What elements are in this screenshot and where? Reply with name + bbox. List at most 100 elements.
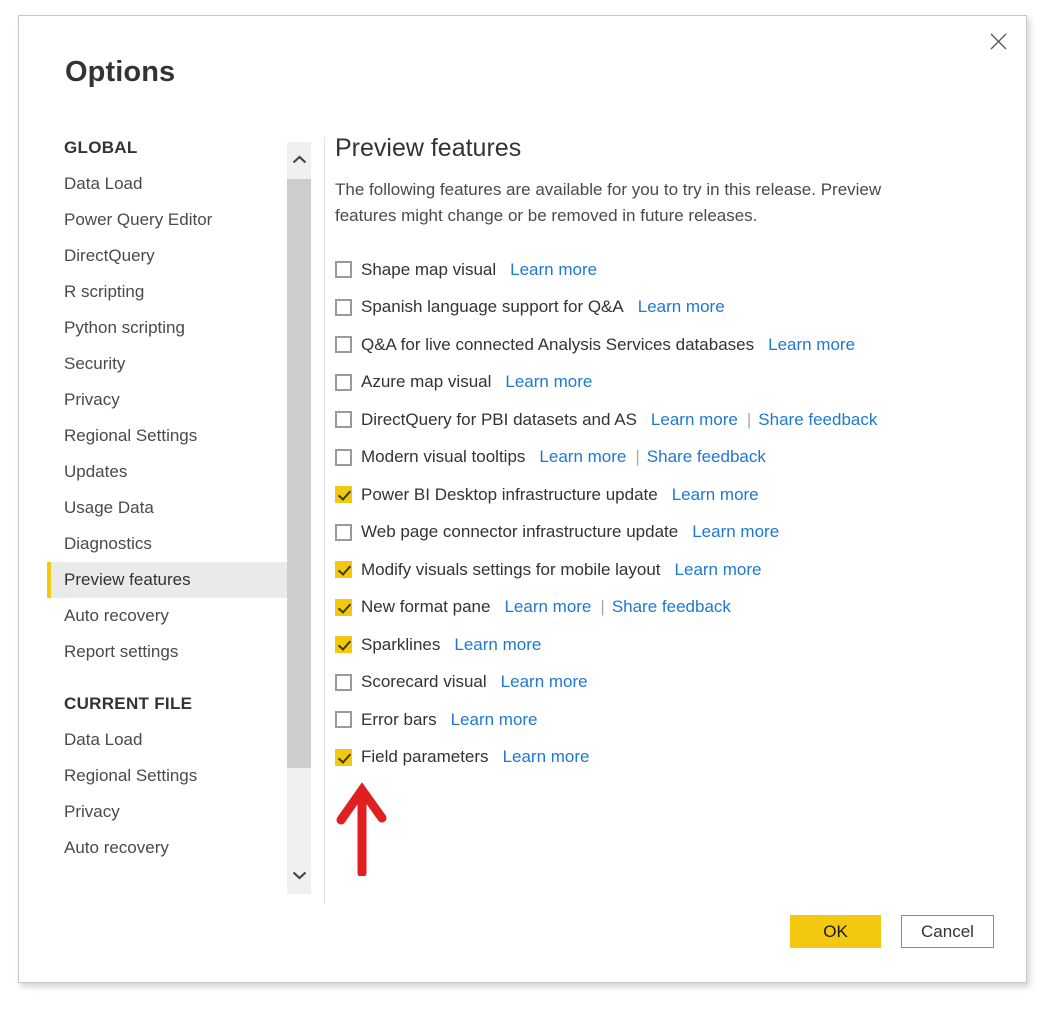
red-up-arrow-annotation [331, 781, 401, 878]
sidebar-item-power-query-editor[interactable]: Power Query Editor [47, 202, 297, 238]
learn-more-link[interactable]: Learn more [638, 297, 725, 317]
checkbox-sparklines[interactable] [335, 636, 352, 654]
sidebar-group-title: CURRENT FILE [64, 694, 193, 713]
options-dialog: Options GLOBAL Data Load Power Query Edito… [18, 15, 1027, 983]
sidebar-item-r-scripting[interactable]: R scripting [47, 274, 297, 310]
share-feedback-link[interactable]: Share feedback [758, 410, 877, 430]
feature-label: Spanish language support for Q&A [361, 297, 624, 317]
feature-row: Q&A for live connected Analysis Services… [335, 326, 995, 364]
learn-more-link[interactable]: Learn more [539, 447, 626, 467]
close-icon [989, 32, 1008, 51]
checkbox-shape-map-visual[interactable] [335, 261, 352, 279]
checkbox-modern-visual-tooltips[interactable] [335, 448, 352, 466]
feature-label: Field parameters [361, 747, 489, 767]
sidebar-item-preview-features[interactable]: Preview features [47, 562, 297, 598]
learn-more-link[interactable]: Learn more [510, 260, 597, 280]
feature-label: Scorecard visual [361, 672, 487, 692]
sidebar-group-title: GLOBAL [64, 138, 138, 157]
checkbox-field-parameters[interactable] [335, 748, 352, 766]
screenshot-root: Options GLOBAL Data Load Power Query Edito… [0, 0, 1045, 1014]
sidebar-item-diagnostics[interactable]: Diagnostics [47, 526, 297, 562]
feature-label: Shape map visual [361, 259, 497, 279]
sidebar-item-data-load[interactable]: Data Load [47, 722, 297, 758]
feature-row: Power BI Desktop infrastructure update Le… [335, 476, 995, 514]
learn-more-link[interactable]: Learn more [503, 747, 590, 767]
feature-label: DirectQuery for PBI datasets and AS [361, 409, 637, 429]
sidebar-item-regional-settings[interactable]: Regional Settings [47, 418, 297, 454]
feature-row: Web page connector infrastructure update… [335, 514, 995, 552]
learn-more-link[interactable]: Learn more [672, 485, 759, 505]
learn-more-link[interactable]: Learn more [451, 710, 538, 730]
scroll-down-button[interactable] [287, 857, 311, 894]
feature-label: Sparklines [361, 634, 441, 654]
feature-label: Modern visual tooltips [361, 447, 526, 467]
feature-label: Modify visuals settings for mobile layou… [361, 559, 661, 579]
share-feedback-link[interactable]: Share feedback [647, 447, 766, 467]
checkbox-power-bi-desktop-infrastructure-update[interactable] [335, 486, 352, 504]
feature-label: Error bars [361, 709, 437, 729]
checkbox-spanish-language-support-for-q-a[interactable] [335, 298, 352, 316]
learn-more-link[interactable]: Learn more [768, 335, 855, 355]
feature-row: Azure map visual Learn more [335, 364, 995, 402]
checkbox-directquery-for-pbi-datasets-and-as[interactable] [335, 411, 352, 429]
learn-more-link[interactable]: Learn more [692, 522, 779, 542]
chevron-down-icon [292, 867, 307, 885]
feature-row: Modify visuals settings for mobile layou… [335, 551, 995, 589]
close-button[interactable] [976, 22, 1020, 60]
feature-row: Modern visual tooltips Learn more | Share f… [335, 439, 995, 477]
scrollbar-thumb[interactable] [287, 179, 311, 768]
feature-row: Error bars Learn more [335, 701, 995, 739]
feature-row: Shape map visual Learn more [335, 251, 995, 289]
sidebar-item-privacy[interactable]: Privacy [47, 382, 297, 418]
learn-more-link[interactable]: Learn more [675, 560, 762, 580]
feature-row: Spanish language support for Q&A Learn mo… [335, 289, 995, 327]
page-title: Preview features [335, 134, 522, 162]
sidebar-item-security[interactable]: Security [47, 346, 297, 382]
checkbox-error-bars[interactable] [335, 711, 352, 729]
dialog-footer: OK Cancel [790, 915, 994, 948]
learn-more-link[interactable]: Learn more [454, 635, 541, 655]
feature-label: Web page connector infrastructure update [361, 522, 679, 542]
sidebar-item-report-settings[interactable]: Report settings [47, 634, 297, 670]
checkbox-modify-visuals-settings-for-mobile-layout[interactable] [335, 561, 352, 579]
panel-divider [324, 137, 325, 904]
feature-label: Power BI Desktop infrastructure update [361, 484, 658, 504]
feature-label: New format pane [361, 597, 491, 617]
share-feedback-link[interactable]: Share feedback [612, 597, 731, 617]
sidebar-item-data-load[interactable]: Data Load [47, 166, 297, 202]
checkbox-azure-map-visual[interactable] [335, 373, 352, 391]
options-sidebar: GLOBAL Data Load Power Query Editor DirectQ… [47, 126, 297, 903]
link-separator: | [746, 409, 752, 429]
sidebar-item-auto-recovery[interactable]: Auto recovery [47, 598, 297, 634]
sidebar-item-updates[interactable]: Updates [47, 454, 297, 490]
feature-row: Sparklines Learn more [335, 626, 995, 664]
feature-row: Field parameters Learn more [335, 739, 995, 777]
cancel-button[interactable]: Cancel [901, 915, 994, 948]
sidebar-item-auto-recovery[interactable]: Auto recovery [47, 830, 297, 866]
sidebar-item-privacy[interactable]: Privacy [47, 794, 297, 830]
feature-row: Scorecard visual Learn more [335, 664, 995, 702]
dialog-title: Options [65, 56, 176, 88]
ok-button[interactable]: OK [790, 915, 881, 948]
learn-more-link[interactable]: Learn more [505, 372, 592, 392]
page-description: The following features are available for… [335, 180, 882, 225]
feature-row: New format pane Learn more | Share feedback [335, 589, 995, 627]
checkbox-new-format-pane[interactable] [335, 598, 352, 616]
checkbox-q-a-for-live-connected-analysis-services-databases[interactable] [335, 336, 352, 354]
sidebar-item-python-scripting[interactable]: Python scripting [47, 310, 297, 346]
scroll-up-button[interactable] [287, 142, 311, 179]
sidebar-scrollbar[interactable] [287, 142, 311, 894]
feature-list: Shape map visual Learn more Spanish langua… [335, 251, 995, 776]
learn-more-link[interactable]: Learn more [501, 672, 588, 692]
sidebar-item-usage-data[interactable]: Usage Data [47, 490, 297, 526]
learn-more-link[interactable]: Learn more [504, 597, 591, 617]
link-separator: | [635, 447, 640, 467]
feature-row: DirectQuery for PBI datasets and AS Learn… [335, 401, 995, 439]
link-separator: | [600, 597, 605, 617]
feature-label: Azure map visual [361, 372, 492, 392]
learn-more-link[interactable]: Learn more [651, 410, 738, 430]
checkbox-web-page-connector-infrastructure-update[interactable] [335, 523, 352, 541]
sidebar-item-regional-settings[interactable]: Regional Settings [47, 758, 297, 794]
sidebar-item-directquery[interactable]: DirectQuery [47, 238, 297, 274]
checkbox-scorecard-visual[interactable] [335, 673, 352, 691]
